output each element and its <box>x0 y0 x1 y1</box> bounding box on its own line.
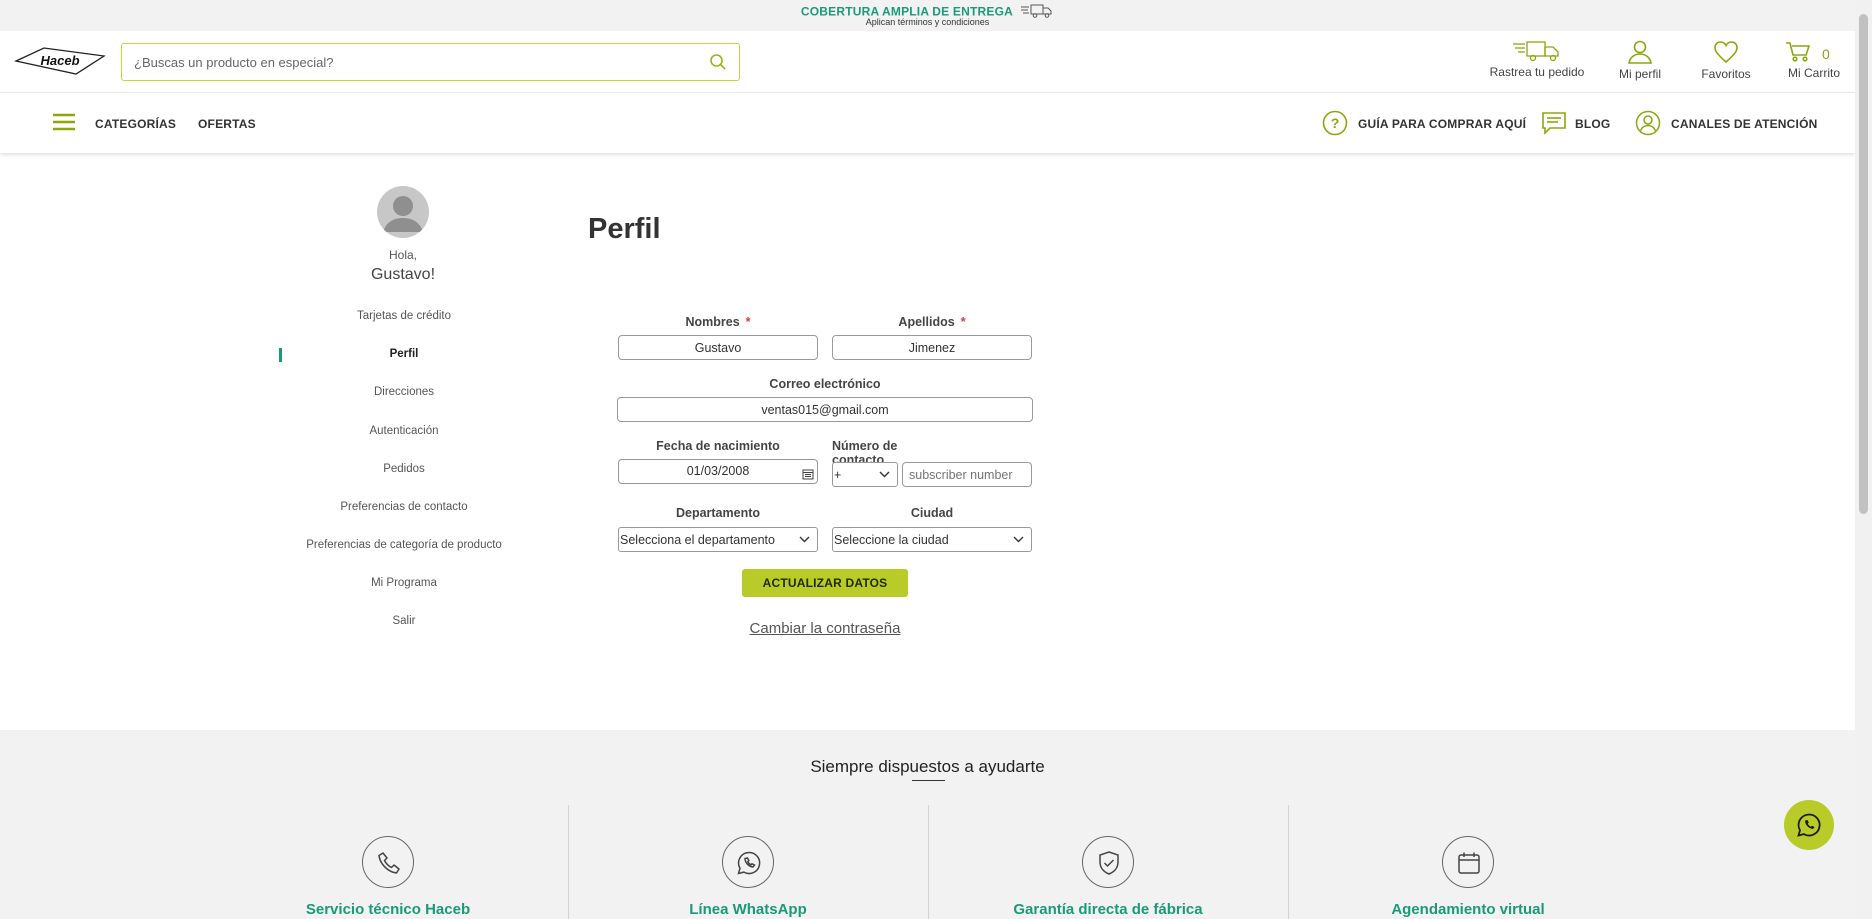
nav-blog[interactable]: BLOG <box>1575 117 1610 131</box>
phone-number-field[interactable] <box>902 462 1032 487</box>
calendar-icon <box>1442 836 1494 888</box>
cart-link[interactable]: Mi Carrito <box>1784 40 1844 80</box>
cart-icon <box>1786 42 1811 62</box>
last-name-label: Apellidos * <box>898 315 966 329</box>
favorites-link[interactable]: Favoritos <box>1696 39 1756 81</box>
help-title-underline <box>912 780 945 781</box>
active-item-marker <box>279 348 282 362</box>
first-name-label: Nombres * <box>685 315 751 329</box>
search-input[interactable] <box>134 44 694 80</box>
avatar <box>377 186 429 238</box>
city-select[interactable]: Seleccione la ciudad <box>832 527 1032 552</box>
whatsapp-icon <box>1797 813 1821 837</box>
help-item-warranty[interactable]: Garantía directa de fábrica <box>928 805 1288 919</box>
nav-categories[interactable]: CATEGORÍAS <box>95 117 176 131</box>
page-scrollbar[interactable] <box>1855 0 1872 919</box>
city-label: Ciudad <box>910 506 954 520</box>
sidebar-item-profile[interactable]: Perfil <box>283 348 525 360</box>
haceb-logo[interactable]: Haceb <box>13 45 106 77</box>
department-select[interactable]: Selecciona el departamento <box>618 527 818 552</box>
help-section: Siempre dispuestos a ayudarte Servicio t… <box>0 730 1855 919</box>
sidebar-item-orders[interactable]: Pedidos <box>283 463 525 475</box>
nav-service-channels[interactable]: CANALES DE ATENCIÓN <box>1671 117 1817 131</box>
truck-icon <box>1513 41 1559 62</box>
help-title: Siempre dispuestos a ayudarte <box>810 757 1045 776</box>
email-label: Correo electrónico <box>769 377 881 391</box>
promo-bar: COBERTURA AMPLIA DE ENTREGA Aplican térm… <box>0 0 1855 31</box>
user-name: Gustavo! <box>370 266 436 283</box>
help-question-icon: ? <box>1322 110 1348 141</box>
user-circle-icon <box>1635 110 1661 141</box>
heart-icon <box>1714 41 1738 64</box>
shield-check-icon <box>1082 836 1134 888</box>
birthdate-label: Fecha de nacimiento <box>656 439 780 453</box>
site-header: Haceb Rastrea tu pedido Mi perfil Favori… <box>0 31 1855 92</box>
sidebar-item-logout[interactable]: Salir <box>283 615 525 627</box>
first-name-field[interactable] <box>618 335 818 360</box>
last-name-field[interactable] <box>832 335 1032 360</box>
greeting: Hola, <box>388 248 417 262</box>
user-icon <box>1628 40 1652 64</box>
required-asterisk: * <box>745 315 751 329</box>
cart-count: 0 <box>1822 46 1830 62</box>
chevron-down-icon <box>879 471 890 478</box>
svg-text:Haceb: Haceb <box>40 53 79 68</box>
scrollbar-thumb[interactable] <box>1859 14 1868 514</box>
update-data-button[interactable]: ACTUALIZAR DATOS <box>742 569 908 597</box>
nav-offers[interactable]: OFERTAS <box>198 117 256 131</box>
chevron-down-icon <box>799 536 810 543</box>
whatsapp-icon <box>722 836 774 888</box>
page-title: Perfil <box>588 213 661 245</box>
search-box <box>121 43 740 81</box>
main-nav: CATEGORÍAS OFERTAS ? GUÍA PARA COMPRAR A… <box>0 92 1855 153</box>
blog-icon <box>1541 111 1567 140</box>
hamburger-menu-icon[interactable] <box>53 113 75 136</box>
sidebar-item-authentication[interactable]: Autenticación <box>283 425 525 437</box>
help-item-virtual-scheduling[interactable]: Agendamiento virtual <box>1288 805 1648 919</box>
required-asterisk: * <box>960 315 966 329</box>
department-label: Departamento <box>675 506 761 520</box>
chevron-down-icon <box>1013 536 1024 543</box>
sidebar-item-contact-preferences[interactable]: Preferencias de contacto <box>283 501 525 513</box>
phone-icon <box>362 836 414 888</box>
sidebar-item-credit-cards[interactable]: Tarjetas de crédito <box>283 310 525 322</box>
track-order-link[interactable]: Rastrea tu pedido <box>1487 39 1587 79</box>
sidebar-item-addresses[interactable]: Direcciones <box>283 386 525 398</box>
change-password-link[interactable]: Cambiar la contraseña <box>700 620 950 637</box>
nav-buying-guide[interactable]: GUÍA PARA COMPRAR AQUÍ <box>1358 117 1526 131</box>
search-icon[interactable] <box>709 53 727 71</box>
sidebar-item-category-preferences[interactable]: Preferencias de categoría de producto <box>283 539 525 551</box>
whatsapp-float-button[interactable] <box>1784 800 1834 850</box>
help-item-whatsapp[interactable]: Línea WhatsApp <box>568 805 928 919</box>
calendar-icon[interactable] <box>802 465 814 488</box>
my-profile-link[interactable]: Mi perfil <box>1610 39 1670 81</box>
phone-prefix-select[interactable]: + <box>832 462 898 487</box>
sidebar-item-my-program[interactable]: Mi Programa <box>283 577 525 589</box>
help-item-technical-service[interactable]: Servicio técnico Haceb <box>208 805 568 919</box>
svg-text:?: ? <box>1331 115 1340 131</box>
promo-subtitle[interactable]: Aplican términos y condiciones <box>0 17 1855 27</box>
birthdate-field[interactable]: 01/03/2008 <box>618 459 818 484</box>
email-field[interactable] <box>617 397 1033 422</box>
